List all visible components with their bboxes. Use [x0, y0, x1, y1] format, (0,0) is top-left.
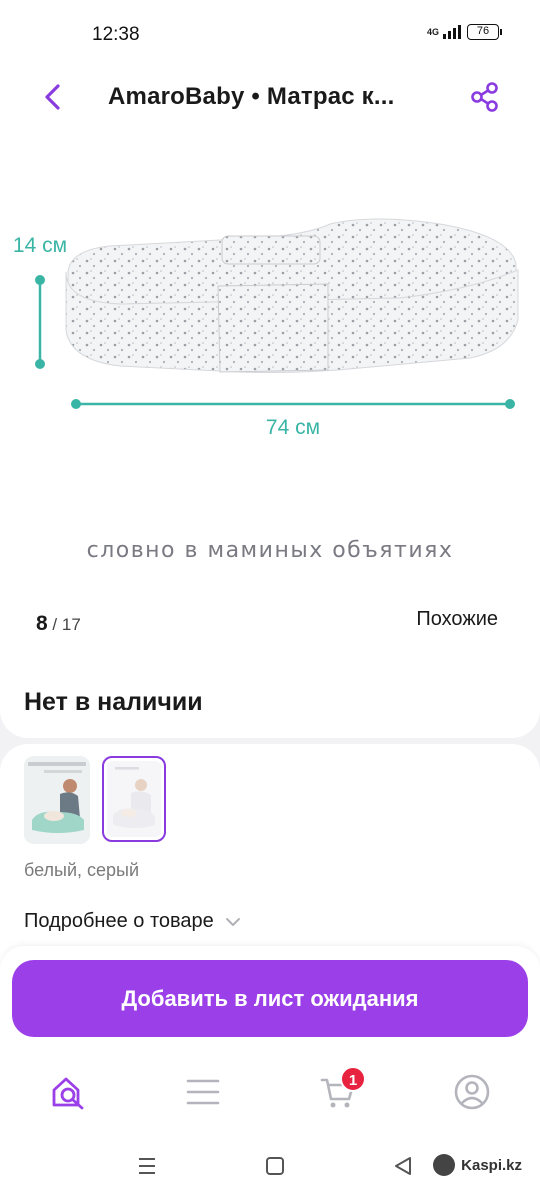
similar-button[interactable]: Похожие	[416, 608, 498, 631]
system-back-button[interactable]	[392, 1154, 414, 1183]
variant-thumbnail-image	[107, 761, 161, 837]
home-square-icon	[266, 1157, 284, 1175]
tab-home[interactable]	[48, 1072, 88, 1112]
page-title: AmaroBaby • Матрас к...	[108, 83, 395, 110]
product-image: 14 см 74 см	[13, 218, 519, 439]
height-dimension-label: 14 см	[13, 234, 67, 257]
signal-icon	[443, 25, 461, 39]
battery-level: 76	[467, 24, 499, 40]
cart-badge: 1	[340, 1066, 366, 1092]
app-header: AmaroBaby • Матрас к...	[0, 68, 540, 128]
share-button[interactable]	[468, 80, 502, 114]
width-dimension-label: 74 см	[266, 416, 320, 439]
battery-icon: 76	[467, 24, 502, 40]
variant-card: белый, серый Подробнее о товаре	[0, 744, 540, 974]
status-time: 12:38	[92, 24, 140, 45]
recent-apps-icon	[139, 1158, 155, 1174]
menu-icon	[186, 1079, 220, 1105]
variant-thumbnail[interactable]	[24, 756, 90, 844]
cta-container: Добавить в лист ожидания	[0, 946, 540, 1050]
network-type: 4G	[426, 27, 439, 37]
watermark-text: Kaspi.kz	[461, 1156, 522, 1174]
back-triangle-icon	[395, 1157, 411, 1175]
back-button[interactable]	[38, 80, 68, 114]
watermark: Kaspi.kz	[433, 1154, 522, 1176]
tab-profile[interactable]	[452, 1072, 492, 1112]
share-icon	[471, 82, 498, 112]
product-details-label: Подробнее о товаре	[24, 910, 214, 932]
availability-status: Нет в наличии	[24, 688, 203, 716]
image-tagline: словно в маминых объятиях	[86, 538, 454, 563]
add-to-waitlist-button[interactable]: Добавить в лист ожидания	[12, 960, 528, 1037]
color-label: белый, серый	[24, 860, 140, 880]
status-indicators: 4G 76	[427, 24, 502, 40]
home-search-icon	[52, 1077, 84, 1110]
kaspi-logo-icon	[433, 1154, 456, 1176]
product-details-link[interactable]: Подробнее о товаре	[24, 910, 242, 933]
recent-apps-button[interactable]	[136, 1154, 158, 1183]
system-navigation-bar: Kaspi.kz	[0, 1134, 540, 1200]
variant-thumbnail-selected[interactable]	[102, 756, 166, 842]
chevron-left-icon	[45, 84, 60, 110]
image-counter-total: / 17	[52, 615, 81, 634]
home-button[interactable]	[264, 1154, 286, 1183]
variant-thumbnail-image	[24, 756, 90, 844]
product-gallery[interactable]: 14 см 74 см словно в маминых объятиях 8 …	[0, 128, 540, 660]
image-counter: 8 / 17	[36, 612, 81, 636]
tab-catalog[interactable]	[183, 1072, 223, 1112]
chevron-down-icon	[225, 917, 240, 926]
availability-card: Нет в наличии	[0, 660, 540, 738]
profile-icon	[454, 1074, 490, 1110]
status-bar: 12:38 4G 76	[0, 0, 540, 68]
bottom-tab-bar: 1	[0, 1050, 540, 1134]
image-counter-current: 8	[36, 612, 48, 635]
